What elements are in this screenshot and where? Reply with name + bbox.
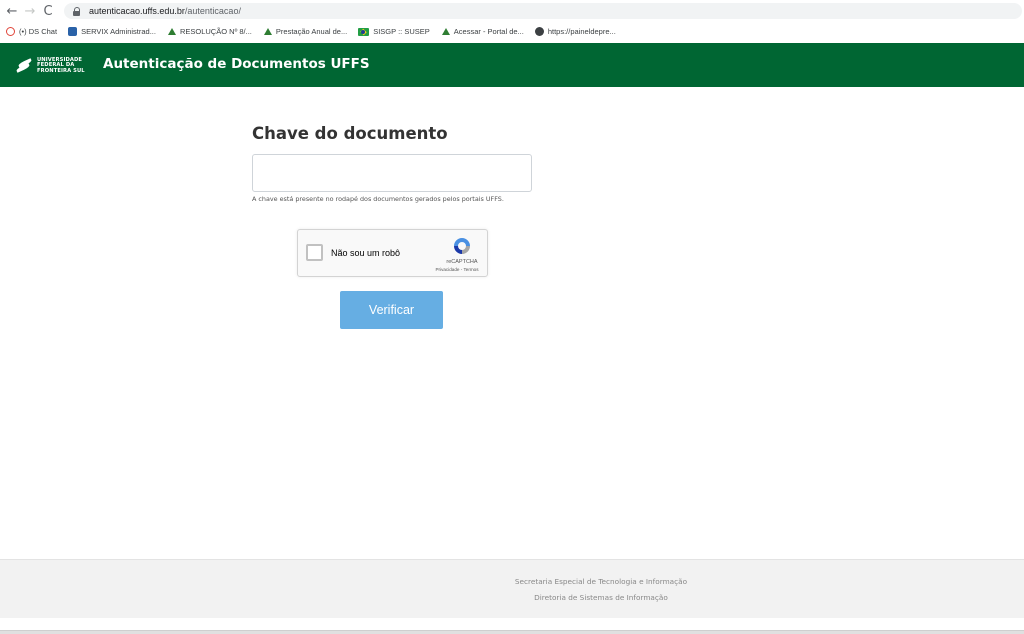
window-bottom-edge — [0, 630, 1024, 634]
forward-arrow-icon[interactable]: → — [21, 4, 39, 19]
recaptcha-checkbox[interactable] — [306, 244, 323, 261]
uffs-leaf-icon — [15, 58, 34, 74]
bookmark-label: SISGP :: SUSEP — [373, 27, 430, 36]
servix-icon — [68, 27, 78, 36]
uffs-icon — [263, 27, 272, 36]
bookmark-label: Acessar - Portal de... — [453, 27, 524, 36]
chat-icon — [6, 27, 15, 36]
recaptcha-widget: Não sou um robô reCAPTCHA Privacidade - … — [297, 229, 488, 277]
uffs-icon — [167, 27, 176, 36]
recaptcha-icon — [454, 238, 470, 254]
recaptcha-terms-link[interactable]: Privacidade - Termos — [428, 267, 486, 272]
bookmark-ds-chat[interactable]: (•) DS Chat — [6, 27, 57, 36]
globe-icon — [534, 27, 544, 36]
bookmarks-bar: (•) DS Chat SERVIX Administrad... RESOLU… — [0, 22, 1024, 41]
brazil-flag-icon — [358, 27, 370, 36]
footer-secretaria: Secretaria Especial de Tecnologia e Info… — [514, 577, 688, 586]
document-key-heading: Chave do documento — [252, 124, 448, 143]
back-arrow-icon[interactable]: ← — [3, 4, 21, 19]
lock-icon — [72, 6, 81, 16]
bookmark-label: SERVIX Administrad... — [81, 27, 156, 36]
address-bar[interactable]: autenticacao.uffs.edu.br/autenticacao/ — [64, 3, 1022, 19]
bookmark-resolucao[interactable]: RESOLUÇÃO Nº 8/... — [167, 27, 252, 36]
logo-text: UNIVERSIDADE FEDERAL DA FRONTEIRA SUL — [37, 56, 85, 74]
recaptcha-label: Não sou um robô — [331, 248, 401, 258]
page-title: Autenticação de Documentos UFFS — [103, 56, 370, 72]
uffs-logo[interactable]: UNIVERSIDADE FEDERAL DA FRONTEIRA SUL — [15, 56, 88, 75]
site-footer: Secretaria Especial de Tecnologia e Info… — [0, 559, 1024, 618]
browser-toolbar: ← → C autenticacao.uffs.edu.br/autentica… — [0, 0, 1024, 22]
bookmark-label: (•) DS Chat — [19, 27, 58, 36]
bookmark-prestacao[interactable]: Prestação Anual de... — [263, 27, 347, 36]
bookmark-sisgp[interactable]: SISGP :: SUSEP — [358, 27, 430, 36]
bookmark-label: https://paineldepre... — [547, 27, 616, 36]
url-host: autenticacao.uffs.edu.br — [89, 6, 185, 16]
footer-diretoria: Diretoria de Sistemas de Informação — [534, 593, 668, 602]
bookmark-painel[interactable]: https://paineldepre... — [534, 27, 616, 36]
bookmark-acessar[interactable]: Acessar - Portal de... — [441, 27, 524, 36]
verify-button[interactable]: Verificar — [340, 291, 443, 329]
uffs-icon — [441, 27, 450, 36]
url-path: /autenticacao/ — [184, 6, 241, 16]
bookmark-servix[interactable]: SERVIX Administrad... — [68, 27, 156, 36]
recaptcha-brand: reCAPTCHA — [446, 259, 478, 265]
bookmark-label: Prestação Anual de... — [275, 27, 348, 36]
bookmark-label: RESOLUÇÃO Nº 8/... — [179, 27, 252, 36]
reload-icon[interactable]: C — [39, 4, 57, 19]
document-key-input[interactable] — [252, 154, 532, 192]
document-key-help: A chave está presente no rodapé dos docu… — [252, 195, 504, 203]
